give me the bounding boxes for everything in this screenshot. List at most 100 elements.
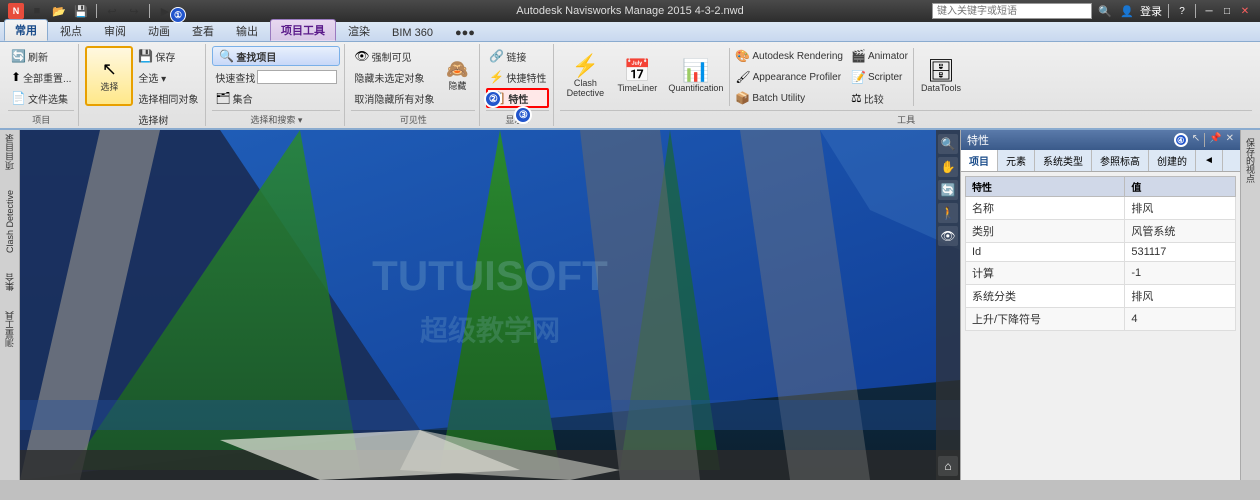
animator-button[interactable]: 🎬 Animator	[848, 46, 911, 66]
table-row: Id 531117	[966, 243, 1236, 262]
save-button[interactable]: 💾 保存	[135, 46, 201, 66]
sidebar-item-collection[interactable]: 集合	[3, 273, 16, 291]
reset-all-button[interactable]: ⬆ 全部重置...	[8, 67, 74, 87]
sidebar-item-measure[interactable]: 测量工具	[3, 311, 16, 347]
prop-calc-cell: 计算	[966, 262, 1125, 285]
compare-button[interactable]: ⚖ 比较	[848, 88, 911, 108]
help-button[interactable]: ?	[1175, 4, 1189, 18]
save-icon: 💾	[138, 49, 153, 63]
timeliner-icon: 📅	[624, 60, 651, 82]
refresh-button[interactable]: 🔄 刷新	[8, 46, 74, 66]
appearance-profiler-button[interactable]: 🖌 Appearance Profiler	[732, 67, 846, 87]
quick-prop-button[interactable]: ⚡ 快捷特性	[486, 67, 549, 87]
tab-bim360[interactable]: BIM 360	[382, 25, 443, 41]
ribbon-group-search: 🔍 查找项目 快速查找 🗂 集合 选择和搜索 ▾	[208, 44, 345, 126]
search-col: 🔍 查找项目 快速查找 🗂 集合	[212, 46, 340, 108]
quant-label: Quantification	[668, 83, 723, 93]
select-tree-label: 选择树	[138, 112, 168, 127]
prop-tab-element[interactable]: 元素	[998, 150, 1035, 171]
sidebar-item-clash[interactable]: Clash Detective	[5, 190, 15, 253]
prop-tab-ref[interactable]: 参照标高	[1092, 150, 1149, 171]
prop-content: 特性 值 名称 排风 类别 风管系统 Id 531117	[961, 172, 1240, 480]
home-btn[interactable]: ⌂	[938, 456, 958, 476]
prop-tab-item[interactable]: 项目	[961, 150, 998, 171]
select-all-label: 全选 ▾	[138, 70, 166, 85]
prop-calc-value: -1	[1125, 262, 1236, 285]
orbit-btn[interactable]: 🔄	[938, 180, 958, 200]
walk-btn[interactable]: 🚶	[938, 203, 958, 223]
select-tree-button[interactable]: 选择树	[135, 109, 201, 129]
find-items-button[interactable]: 🔍 查找项目	[212, 46, 340, 66]
file-select-button[interactable]: 📄 文件选集	[8, 88, 74, 108]
scripter-button[interactable]: 📝 Scripter	[848, 67, 911, 87]
select-all-button[interactable]: 全选 ▾	[135, 67, 201, 87]
minimize-button[interactable]: ─	[1202, 4, 1216, 18]
prop-tab-more[interactable]: ◄	[1196, 150, 1223, 171]
scripter-label: Scripter	[868, 72, 902, 83]
batch-utility-button[interactable]: 📦 Batch Utility	[732, 88, 846, 108]
file-icon: 📄	[11, 91, 26, 105]
hide-button[interactable]: 🙈 隐藏	[439, 46, 475, 106]
close-button[interactable]: ✕	[1238, 4, 1252, 18]
search-input[interactable]	[932, 3, 1092, 19]
rendering-icon: 🎨	[735, 49, 750, 63]
tab-xuanran[interactable]: 渲染	[338, 21, 380, 41]
select-same-button[interactable]: 选择相同对象	[135, 88, 201, 108]
collection-button[interactable]: 🗂 集合	[212, 88, 340, 108]
pan-btn[interactable]: ✋	[938, 157, 958, 177]
refresh-icon: 🔄	[11, 49, 26, 63]
prop-col-name: 特性	[966, 177, 1125, 197]
signin-label: 登录	[1140, 3, 1162, 19]
batch-utility-label: Batch Utility	[752, 93, 805, 104]
quick-find-input[interactable]	[257, 70, 337, 84]
qat-undo[interactable]: ↩	[103, 2, 121, 20]
quick-find-button[interactable]: 快速查找	[212, 67, 340, 87]
prop-title: 特性	[967, 132, 989, 148]
tab-shidian[interactable]: 视点	[50, 21, 92, 41]
tab-chakan[interactable]: 查看	[182, 21, 224, 41]
prop-tab-system[interactable]: 系统类型	[1035, 150, 1092, 171]
title-sep	[1168, 4, 1169, 18]
qat-open[interactable]: 📂	[50, 2, 68, 20]
ribbon-group-display: 🔗 链接 ⚡ 快捷特性 📋 特性 ② ③ 显示 ▾	[482, 44, 554, 126]
prop-rise-value: 4	[1125, 308, 1236, 331]
prop-col-value: 值	[1125, 177, 1236, 197]
sidebar-item-project[interactable]: 项目目录	[3, 134, 16, 170]
tab-more[interactable]: ●●●	[445, 25, 485, 41]
prop-sysclass-cell: 系统分类	[966, 285, 1125, 308]
unhide-all-button[interactable]: 取消隐藏所有对象	[351, 88, 437, 108]
qat-redo[interactable]: ↪	[125, 2, 143, 20]
link-button[interactable]: 🔗 链接	[486, 46, 549, 66]
file-label: 文件选集	[28, 91, 68, 106]
prop-tab-created[interactable]: 创建的	[1149, 150, 1196, 171]
project-col: 🔄 刷新 ⬆ 全部重置... 📄 文件选集	[8, 46, 74, 108]
qat-save[interactable]: 💾	[72, 2, 90, 20]
zoom-btn[interactable]: 🔍	[938, 134, 958, 154]
tab-shenyue[interactable]: 审阅	[94, 21, 136, 41]
qat-new[interactable]: ■	[28, 2, 46, 20]
saved-viewpoints-label[interactable]: 保存的视点	[1244, 138, 1257, 183]
look-btn[interactable]: 👁	[938, 226, 958, 246]
select-button[interactable]: ↖ 选择	[85, 46, 133, 106]
refresh-label: 刷新	[28, 49, 48, 64]
viewport[interactable]: TUTUISOFT 超级教学网 🔍 ✋ 🔄 🚶 👁 ⌂	[20, 130, 960, 480]
hide-unselected-button[interactable]: 隐藏未选定对象	[351, 67, 437, 87]
prop-pin-btn[interactable]: 📌	[1209, 133, 1221, 147]
user-icon[interactable]: 👤	[1118, 2, 1136, 20]
quantification-button[interactable]: 📊 Quantification	[664, 46, 727, 106]
datatools-button[interactable]: 🗄 DataTools	[916, 46, 966, 106]
tab-donghua[interactable]: 动画	[138, 21, 180, 41]
tab-xiangmugongju[interactable]: 项目工具	[270, 19, 336, 41]
clash-detective-button[interactable]: ⚡ ClashDetective	[560, 46, 610, 106]
prop-close-btn[interactable]: ✕	[1226, 133, 1234, 147]
collection-label: 集合	[233, 91, 253, 106]
project-group-content: 🔄 刷新 ⬆ 全部重置... 📄 文件选集	[8, 46, 74, 108]
maximize-button[interactable]: □	[1220, 4, 1234, 18]
timeliner-button[interactable]: 📅 TimeLiner	[612, 46, 662, 106]
tab-changyong[interactable]: 常用	[4, 19, 48, 41]
force-visible-button[interactable]: 👁 强制可见	[351, 46, 437, 66]
rendering-button[interactable]: 🎨 Autodesk Rendering	[732, 46, 846, 66]
select-col: 💾 保存 全选 ▾ 选择相同对象 选择树	[135, 46, 201, 129]
search-icon[interactable]: 🔍	[1096, 2, 1114, 20]
tab-shuchu[interactable]: 输出	[226, 21, 268, 41]
